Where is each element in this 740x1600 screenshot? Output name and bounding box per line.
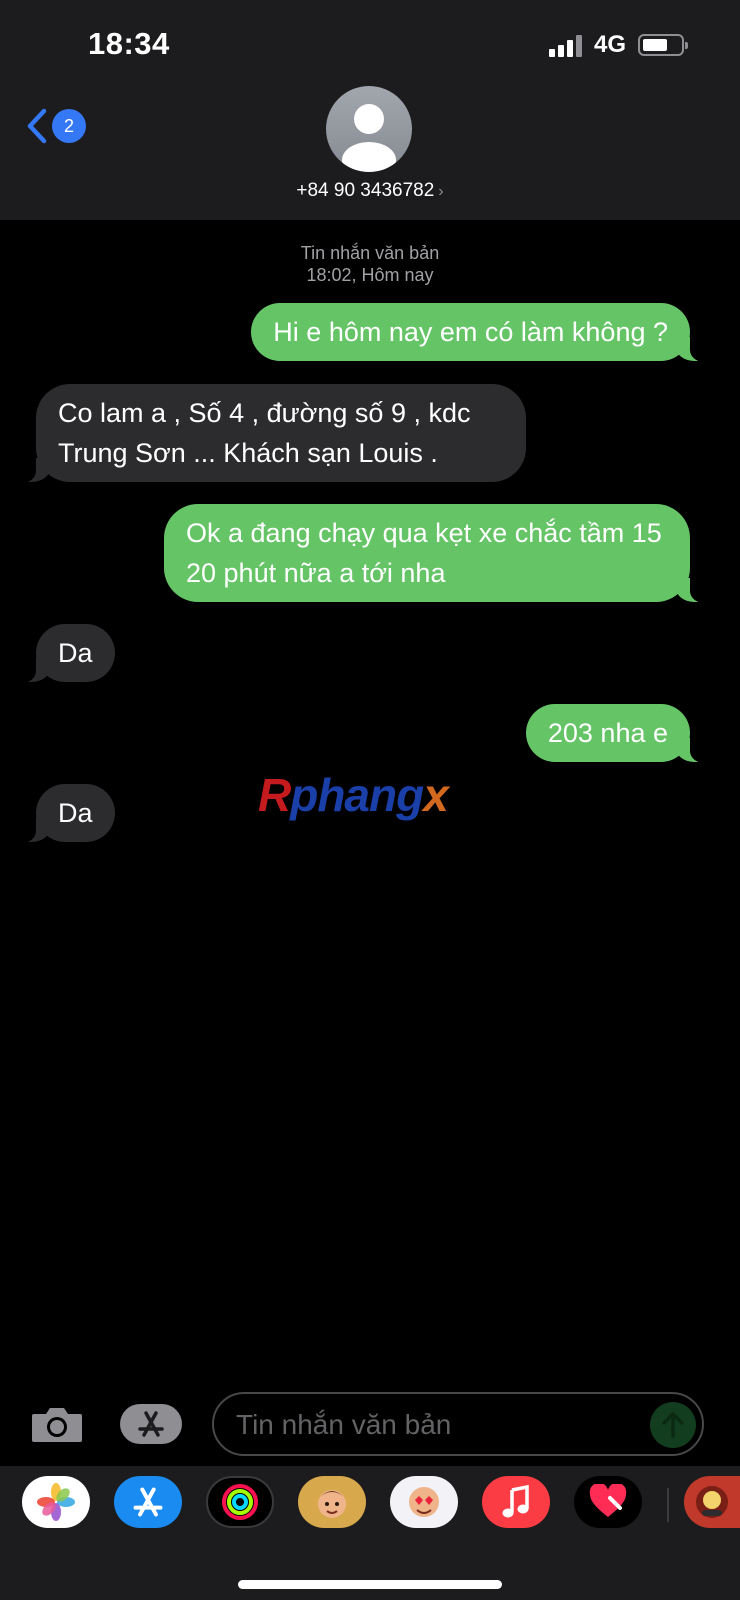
memoji-icon	[318, 1490, 346, 1518]
cellular-signal-icon	[548, 33, 582, 57]
animoji-app-button[interactable]	[390, 1476, 458, 1528]
message-text: Da	[58, 638, 93, 668]
message-bubble-incoming[interactable]: Da	[14, 624, 115, 683]
activity-app-button[interactable]	[206, 1476, 274, 1528]
app-store-app-button[interactable]	[114, 1476, 182, 1528]
message-timestamp: 18:02, Hôm nay	[306, 265, 434, 285]
message-bubble-incoming[interactable]: Da	[14, 784, 115, 843]
send-button[interactable]	[650, 1402, 696, 1448]
message-input[interactable]	[234, 1394, 638, 1456]
contact-name-button[interactable]: +84 90 3436782 ›	[0, 180, 740, 202]
digital-touch-app-button[interactable]	[574, 1476, 642, 1528]
message-text: Ok a đang chạy qua kẹt xe chắc tầm 15 20…	[186, 518, 662, 588]
home-indicator[interactable]	[238, 1580, 502, 1589]
contact-number: +84 90 3436782	[296, 180, 435, 201]
photos-app-button[interactable]	[22, 1476, 90, 1528]
message-type-label: Tin nhắn văn bản	[300, 243, 440, 263]
memoji-app-button[interactable]	[298, 1476, 366, 1528]
arrow-up-icon	[662, 1412, 684, 1438]
message-text: Hi e hôm nay em có làm không ?	[273, 317, 668, 347]
music-app-button[interactable]	[482, 1476, 550, 1528]
game-app-button[interactable]	[684, 1476, 740, 1528]
network-type: 4G	[593, 31, 626, 58]
animoji-icon	[409, 1487, 439, 1517]
photos-icon	[37, 1483, 75, 1521]
app-store-icon	[138, 1411, 164, 1437]
chevron-left-icon	[27, 108, 47, 144]
message-text: Co lam a , Số 4 , đường số 9 , kdc Trung…	[58, 398, 471, 468]
app-store-icon	[133, 1487, 163, 1517]
camera-icon	[32, 1408, 82, 1442]
message-input-field[interactable]	[212, 1392, 704, 1456]
camera-button[interactable]	[30, 1404, 84, 1444]
message-bubble-outgoing[interactable]: Hi e hôm nay em có làm không ?	[251, 303, 712, 362]
drawer-separator	[667, 1488, 669, 1522]
heart-sticker-icon	[589, 1484, 627, 1517]
message-bubble-outgoing[interactable]: Ok a đang chạy qua kẹt xe chắc tầm 15 20…	[164, 504, 712, 603]
watermark-logo: Rphangx	[258, 769, 449, 821]
message-text: Da	[58, 798, 93, 828]
conversation-header: 18:34 4G 2 +84 90 3436782 ›	[0, 0, 740, 220]
game-icon	[696, 1486, 728, 1518]
status-time: 18:34	[88, 26, 170, 61]
message-bubble-outgoing[interactable]: 203 nha e	[525, 704, 713, 763]
music-icon	[502, 1484, 529, 1518]
unread-badge: 2	[52, 109, 86, 143]
app-store-button[interactable]	[120, 1404, 182, 1444]
person-icon	[342, 104, 396, 172]
contact-avatar[interactable]	[326, 86, 412, 172]
chevron-right-icon: ›	[438, 183, 444, 200]
back-button[interactable]: 2	[26, 108, 86, 144]
message-text: 203 nha e	[547, 718, 668, 748]
app-drawer	[0, 1466, 740, 1600]
activity-icon	[222, 1484, 258, 1520]
battery-icon	[638, 34, 688, 56]
message-bubble-incoming[interactable]: Co lam a , Số 4 , đường số 9 , kdc Trung…	[14, 384, 526, 483]
status-indicators: 4G	[548, 30, 688, 60]
